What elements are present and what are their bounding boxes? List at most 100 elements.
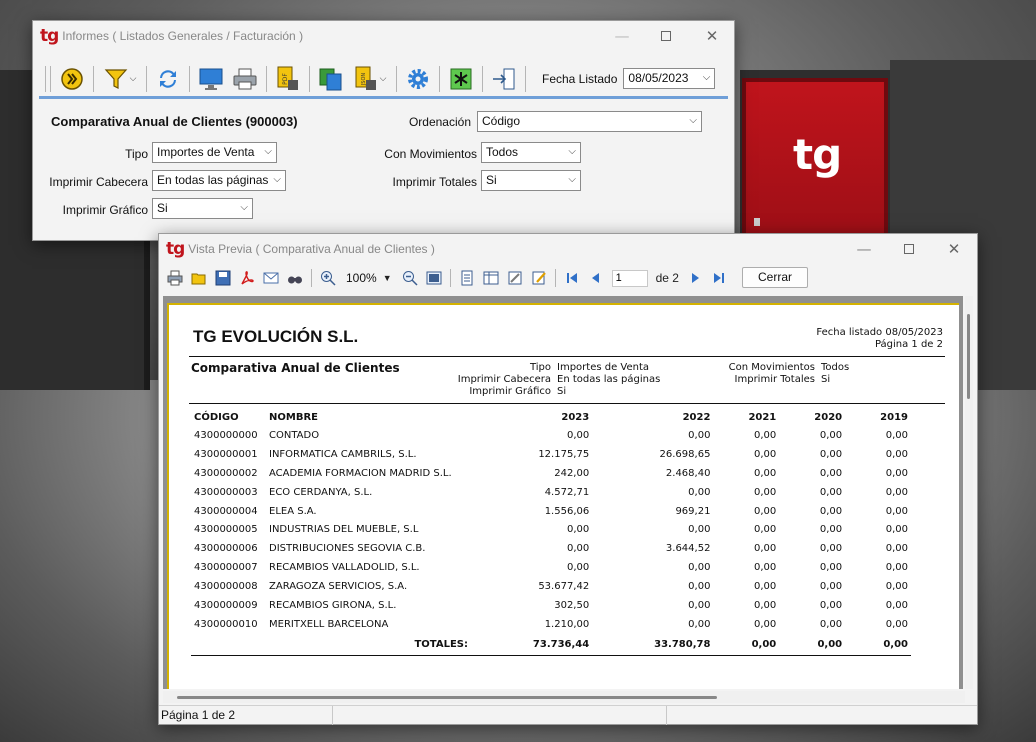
filter-button[interactable]: ⌵: [100, 64, 140, 94]
cell-amount: 0,00: [885, 486, 908, 498]
cell-nombre: RECAMBIOS GIRONA, S.L.: [269, 599, 397, 611]
print-button[interactable]: [230, 64, 260, 94]
save-button[interactable]: [212, 268, 234, 288]
app-logo: tg: [166, 239, 185, 259]
close-window-button[interactable]: ✕: [931, 234, 977, 264]
find-button[interactable]: [284, 268, 306, 288]
cerrar-button[interactable]: Cerrar: [742, 267, 808, 288]
toolbar-grip: [50, 65, 51, 92]
param-values-right: Todos Si: [821, 362, 901, 386]
cell-amount: 0,00: [688, 562, 711, 574]
toolbar-separator: [554, 269, 556, 287]
next-page-button[interactable]: [684, 268, 706, 288]
email-button[interactable]: [260, 268, 282, 288]
param-cabecera-value: En todas las páginas: [557, 374, 661, 385]
horizontal-scroll-thumb[interactable]: [177, 696, 717, 699]
cell-amount: 4.572,71: [544, 486, 590, 498]
prev-page-button[interactable]: [585, 268, 607, 288]
horizontal-scrollbar[interactable]: [163, 691, 965, 703]
table-row: 4300000007 RECAMBIOS VALLADOLID, S.L. 0,00…: [191, 558, 911, 577]
cell-amount: 0,00: [754, 599, 777, 611]
print-button[interactable]: [164, 268, 186, 288]
open-button[interactable]: [188, 268, 210, 288]
refresh-button[interactable]: [153, 64, 183, 94]
tipo-value: Importes de Venta: [157, 145, 255, 159]
toolbar-separator: [266, 65, 267, 92]
email-icon: [263, 272, 279, 284]
zoom-out-button[interactable]: [399, 268, 421, 288]
cell-amount: 0,00: [885, 524, 908, 536]
page-setup-button[interactable]: [456, 268, 478, 288]
zoom-value[interactable]: 100%: [346, 271, 377, 285]
zoom-in-button[interactable]: [317, 268, 339, 288]
vertical-scrollbar[interactable]: [965, 296, 973, 689]
chevron-down-icon: ⌵: [702, 72, 711, 83]
table-row: 4300000005 INDUSTRIAS DEL MUEBLE, S.L 0,00…: [191, 520, 911, 539]
cell-amount: 0,00: [754, 618, 777, 630]
toolbar-separator: [311, 269, 312, 287]
param-cabecera-label: Imprimir Cabecera: [457, 374, 551, 385]
report-table-body: 4300000000 CONTADO 0,00 0,00 0,00 0,00 0,00 430…: [191, 426, 911, 634]
con-movimientos-select[interactable]: Todos ⌵: [481, 142, 581, 163]
cell-amount: 0,00: [885, 467, 908, 479]
cell-amount: 12.175,75: [538, 448, 590, 460]
column-header: 2020: [814, 412, 843, 423]
cell-amount: 0,00: [688, 618, 711, 630]
page-fit-button[interactable]: [423, 268, 445, 288]
company-name: TG EVOLUCIÓN S.L.: [193, 327, 359, 346]
page-number-input[interactable]: [611, 269, 648, 287]
fecha-listado-field[interactable]: 08/05/2023 ⌵: [623, 68, 716, 89]
export-pdf-button[interactable]: PDF: [273, 64, 303, 94]
cell-codigo: 4300000006: [194, 543, 258, 555]
edit-button[interactable]: [528, 268, 550, 288]
cell-amount: 53.677,42: [538, 581, 590, 593]
cell-amount: 0,00: [566, 543, 590, 555]
minimize-icon: —: [856, 240, 872, 258]
column-header: CÓDIGO: [194, 412, 239, 423]
filter-icon: [104, 68, 127, 89]
maximize-button[interactable]: [643, 21, 689, 51]
cell-amount: 0,00: [819, 524, 843, 536]
minimize-button[interactable]: —: [599, 21, 645, 51]
caret-down-icon[interactable]: ▼: [383, 273, 392, 283]
columns-button[interactable]: [480, 268, 502, 288]
cell-amount: 0,00: [754, 429, 777, 441]
settings-button[interactable]: [403, 64, 433, 94]
special-button[interactable]: [446, 64, 476, 94]
ordenacion-select[interactable]: Código ⌵: [477, 111, 702, 132]
door-logo: tg: [793, 130, 842, 179]
maximize-button[interactable]: [886, 234, 932, 264]
imprimir-grafico-select[interactable]: Si ⌵: [152, 198, 253, 219]
tipo-select[interactable]: Importes de Venta ⌵: [152, 142, 277, 163]
next-page-icon: [691, 273, 699, 283]
cell-amount: 0,00: [819, 618, 843, 630]
minimize-button[interactable]: —: [841, 234, 887, 264]
close-window-button[interactable]: ✕: [689, 21, 735, 51]
imprimir-totales-select[interactable]: Si ⌵: [481, 170, 581, 191]
cell-amount: 0,00: [688, 524, 711, 536]
copy-button[interactable]: [316, 64, 346, 94]
cell-amount: 0,00: [885, 448, 908, 460]
first-page-button[interactable]: [561, 268, 583, 288]
cell-codigo: 4300000002: [194, 467, 258, 479]
execute-button[interactable]: [57, 64, 87, 94]
screen-preview-button[interactable]: [196, 64, 226, 94]
report-page-number: Página 1 de 2: [874, 339, 943, 350]
imprimir-cabecera-select[interactable]: En todas las páginas ⌵: [152, 170, 286, 191]
pdf-icon: [241, 271, 254, 285]
pdf-button[interactable]: [236, 268, 258, 288]
cell-amount: 242,00: [554, 467, 590, 479]
preview-canvas[interactable]: TG EVOLUCIÓN S.L. Fecha listado 08/05/20…: [163, 296, 963, 689]
ordenacion-value: Código: [482, 114, 521, 128]
cell-amount: 0,00: [885, 543, 908, 555]
export-json-button[interactable]: JSON ⌵: [350, 64, 390, 94]
vertical-scroll-thumb[interactable]: [967, 314, 970, 399]
last-page-button[interactable]: [708, 268, 730, 288]
informes-toolbar: ⌵ PDF JSON ⌵ Fecha Listado 08/05/2023 ⌵: [39, 61, 728, 99]
exit-button[interactable]: [489, 64, 519, 94]
tools-button[interactable]: [504, 268, 526, 288]
fecha-listado-value: 08/05/2023: [628, 71, 689, 85]
totals-spacer: [191, 633, 266, 657]
param-grafico-value: Si: [557, 386, 567, 397]
cell-amount: 0,00: [566, 562, 590, 574]
